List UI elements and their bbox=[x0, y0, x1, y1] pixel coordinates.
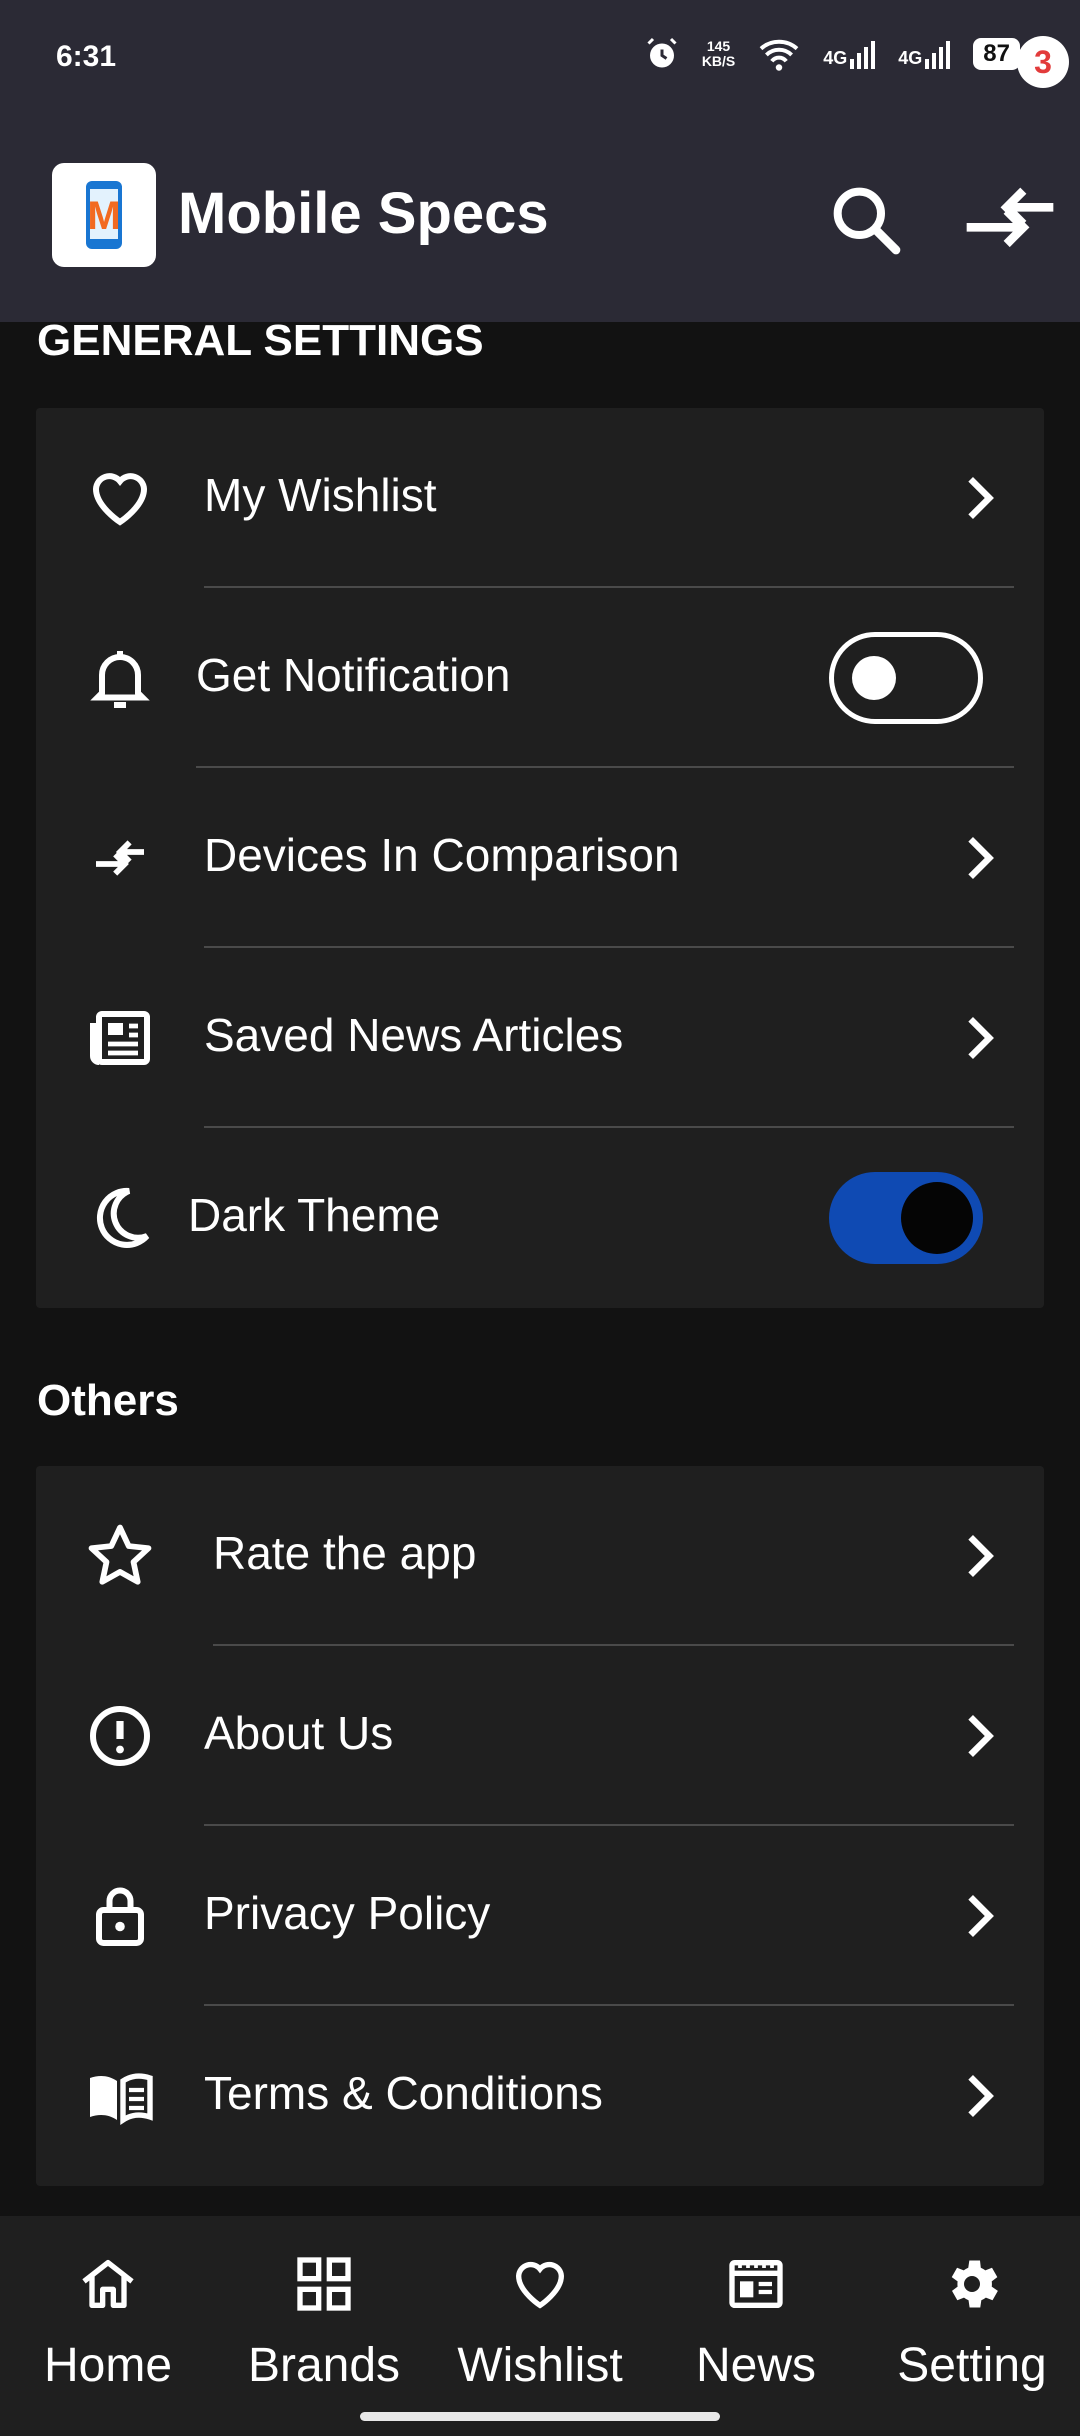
status-icons: 145 KB/S 4G 4G 87 bbox=[644, 36, 1028, 72]
wifi-icon bbox=[759, 39, 799, 71]
app-logo: M bbox=[52, 163, 156, 267]
grid-icon bbox=[297, 2257, 351, 2311]
search-icon[interactable] bbox=[826, 180, 906, 260]
news-icon bbox=[729, 2260, 783, 2308]
others-title: Others bbox=[37, 1376, 179, 1425]
heart-icon bbox=[92, 473, 148, 526]
status-time: 6:31 bbox=[56, 40, 117, 73]
nav-setting-label: Setting bbox=[897, 2339, 1047, 2392]
moon-icon bbox=[97, 1187, 150, 1248]
saved-news-label: Saved News Articles bbox=[204, 1009, 624, 1061]
signal-2: 4G bbox=[898, 39, 951, 69]
rate-app-label: Rate the app bbox=[213, 1527, 477, 1579]
dark-theme-label: Dark Theme bbox=[188, 1189, 441, 1241]
chevron-right-icon bbox=[968, 2075, 994, 2117]
bottom-navigation: Home Brands Wishlist News Setting bbox=[0, 2216, 1080, 2436]
privacy-policy-label: Privacy Policy bbox=[204, 1887, 491, 1939]
newspaper-icon bbox=[90, 1011, 150, 1065]
nav-news-label: News bbox=[695, 2339, 817, 2392]
heart-icon bbox=[515, 2261, 565, 2309]
others-card: Rate the app About Us Privacy Policy Ter… bbox=[36, 1466, 1044, 2186]
chevron-right-icon bbox=[968, 1895, 994, 1937]
terms-label: Terms & Conditions bbox=[204, 2067, 603, 2119]
compare-arrows-icon[interactable] bbox=[960, 174, 1060, 264]
network-speed: 145 KB/S bbox=[701, 38, 736, 69]
signal-1: 4G bbox=[823, 39, 876, 69]
general-settings-title: GENERAL SETTINGS bbox=[37, 316, 484, 365]
home-indicator bbox=[360, 2412, 720, 2421]
app-title: Mobile Specs bbox=[178, 181, 549, 246]
home-icon bbox=[82, 2260, 134, 2308]
app-bar: M Mobile Specs bbox=[0, 120, 1080, 322]
gear-icon bbox=[951, 2260, 998, 2308]
nav-wishlist-label: Wishlist bbox=[457, 2339, 623, 2392]
nav-home-label: Home bbox=[43, 2339, 173, 2392]
lock-icon bbox=[96, 1887, 144, 1946]
about-us-label: About Us bbox=[204, 1707, 394, 1759]
rate-app-row[interactable]: Rate the app bbox=[36, 1466, 1044, 1646]
notification-label: Get Notification bbox=[196, 649, 511, 701]
chevron-right-icon bbox=[968, 1017, 994, 1059]
compare-count-badge: 3 bbox=[1017, 36, 1069, 88]
about-us-row[interactable]: About Us bbox=[36, 1646, 1044, 1826]
comparison-label: Devices In Comparison bbox=[204, 829, 680, 881]
alarm-icon bbox=[647, 37, 677, 68]
battery-indicator: 87 bbox=[973, 38, 1028, 70]
nav-setting[interactable]: Setting bbox=[864, 2216, 1080, 2436]
chevron-right-icon bbox=[968, 837, 994, 879]
saved-news-row[interactable]: Saved News Articles bbox=[36, 948, 1044, 1128]
terms-row[interactable]: Terms & Conditions bbox=[36, 2006, 1044, 2186]
status-bar: 6:31 145 KB/S 4G 4G 87 bbox=[0, 0, 1080, 120]
compare-arrows-icon bbox=[96, 840, 144, 876]
signal-bars-icon bbox=[850, 41, 876, 69]
dark-theme-row: Dark Theme bbox=[36, 1128, 1044, 1308]
nav-news[interactable]: News bbox=[648, 2216, 864, 2436]
nav-wishlist[interactable]: Wishlist bbox=[432, 2216, 648, 2436]
wishlist-label: My Wishlist bbox=[204, 469, 437, 521]
notification-row: Get Notification bbox=[36, 588, 1044, 768]
nav-brands-label: Brands bbox=[247, 2339, 401, 2392]
phone-logo-icon: M bbox=[86, 181, 122, 249]
dark-theme-toggle[interactable] bbox=[829, 1172, 983, 1264]
signal-bars-icon bbox=[925, 41, 951, 69]
nav-brands[interactable]: Brands bbox=[216, 2216, 432, 2436]
chevron-right-icon bbox=[968, 1715, 994, 1757]
star-icon bbox=[88, 1524, 152, 1585]
privacy-policy-row[interactable]: Privacy Policy bbox=[36, 1826, 1044, 2006]
chevron-right-icon bbox=[968, 1535, 994, 1577]
nav-home[interactable]: Home bbox=[0, 2216, 216, 2436]
toggle-knob bbox=[852, 656, 896, 700]
notification-toggle[interactable] bbox=[829, 632, 983, 724]
comparison-row[interactable]: Devices In Comparison bbox=[36, 768, 1044, 948]
info-icon bbox=[90, 1706, 150, 1766]
svg-text:M: M bbox=[87, 194, 120, 238]
chevron-right-icon bbox=[968, 477, 994, 519]
wishlist-row[interactable]: My Wishlist bbox=[36, 408, 1044, 588]
general-settings-card: My Wishlist Get Notification Devices In … bbox=[36, 408, 1044, 1308]
bell-icon bbox=[90, 651, 150, 708]
toggle-knob bbox=[901, 1182, 973, 1254]
book-icon bbox=[90, 2073, 153, 2126]
